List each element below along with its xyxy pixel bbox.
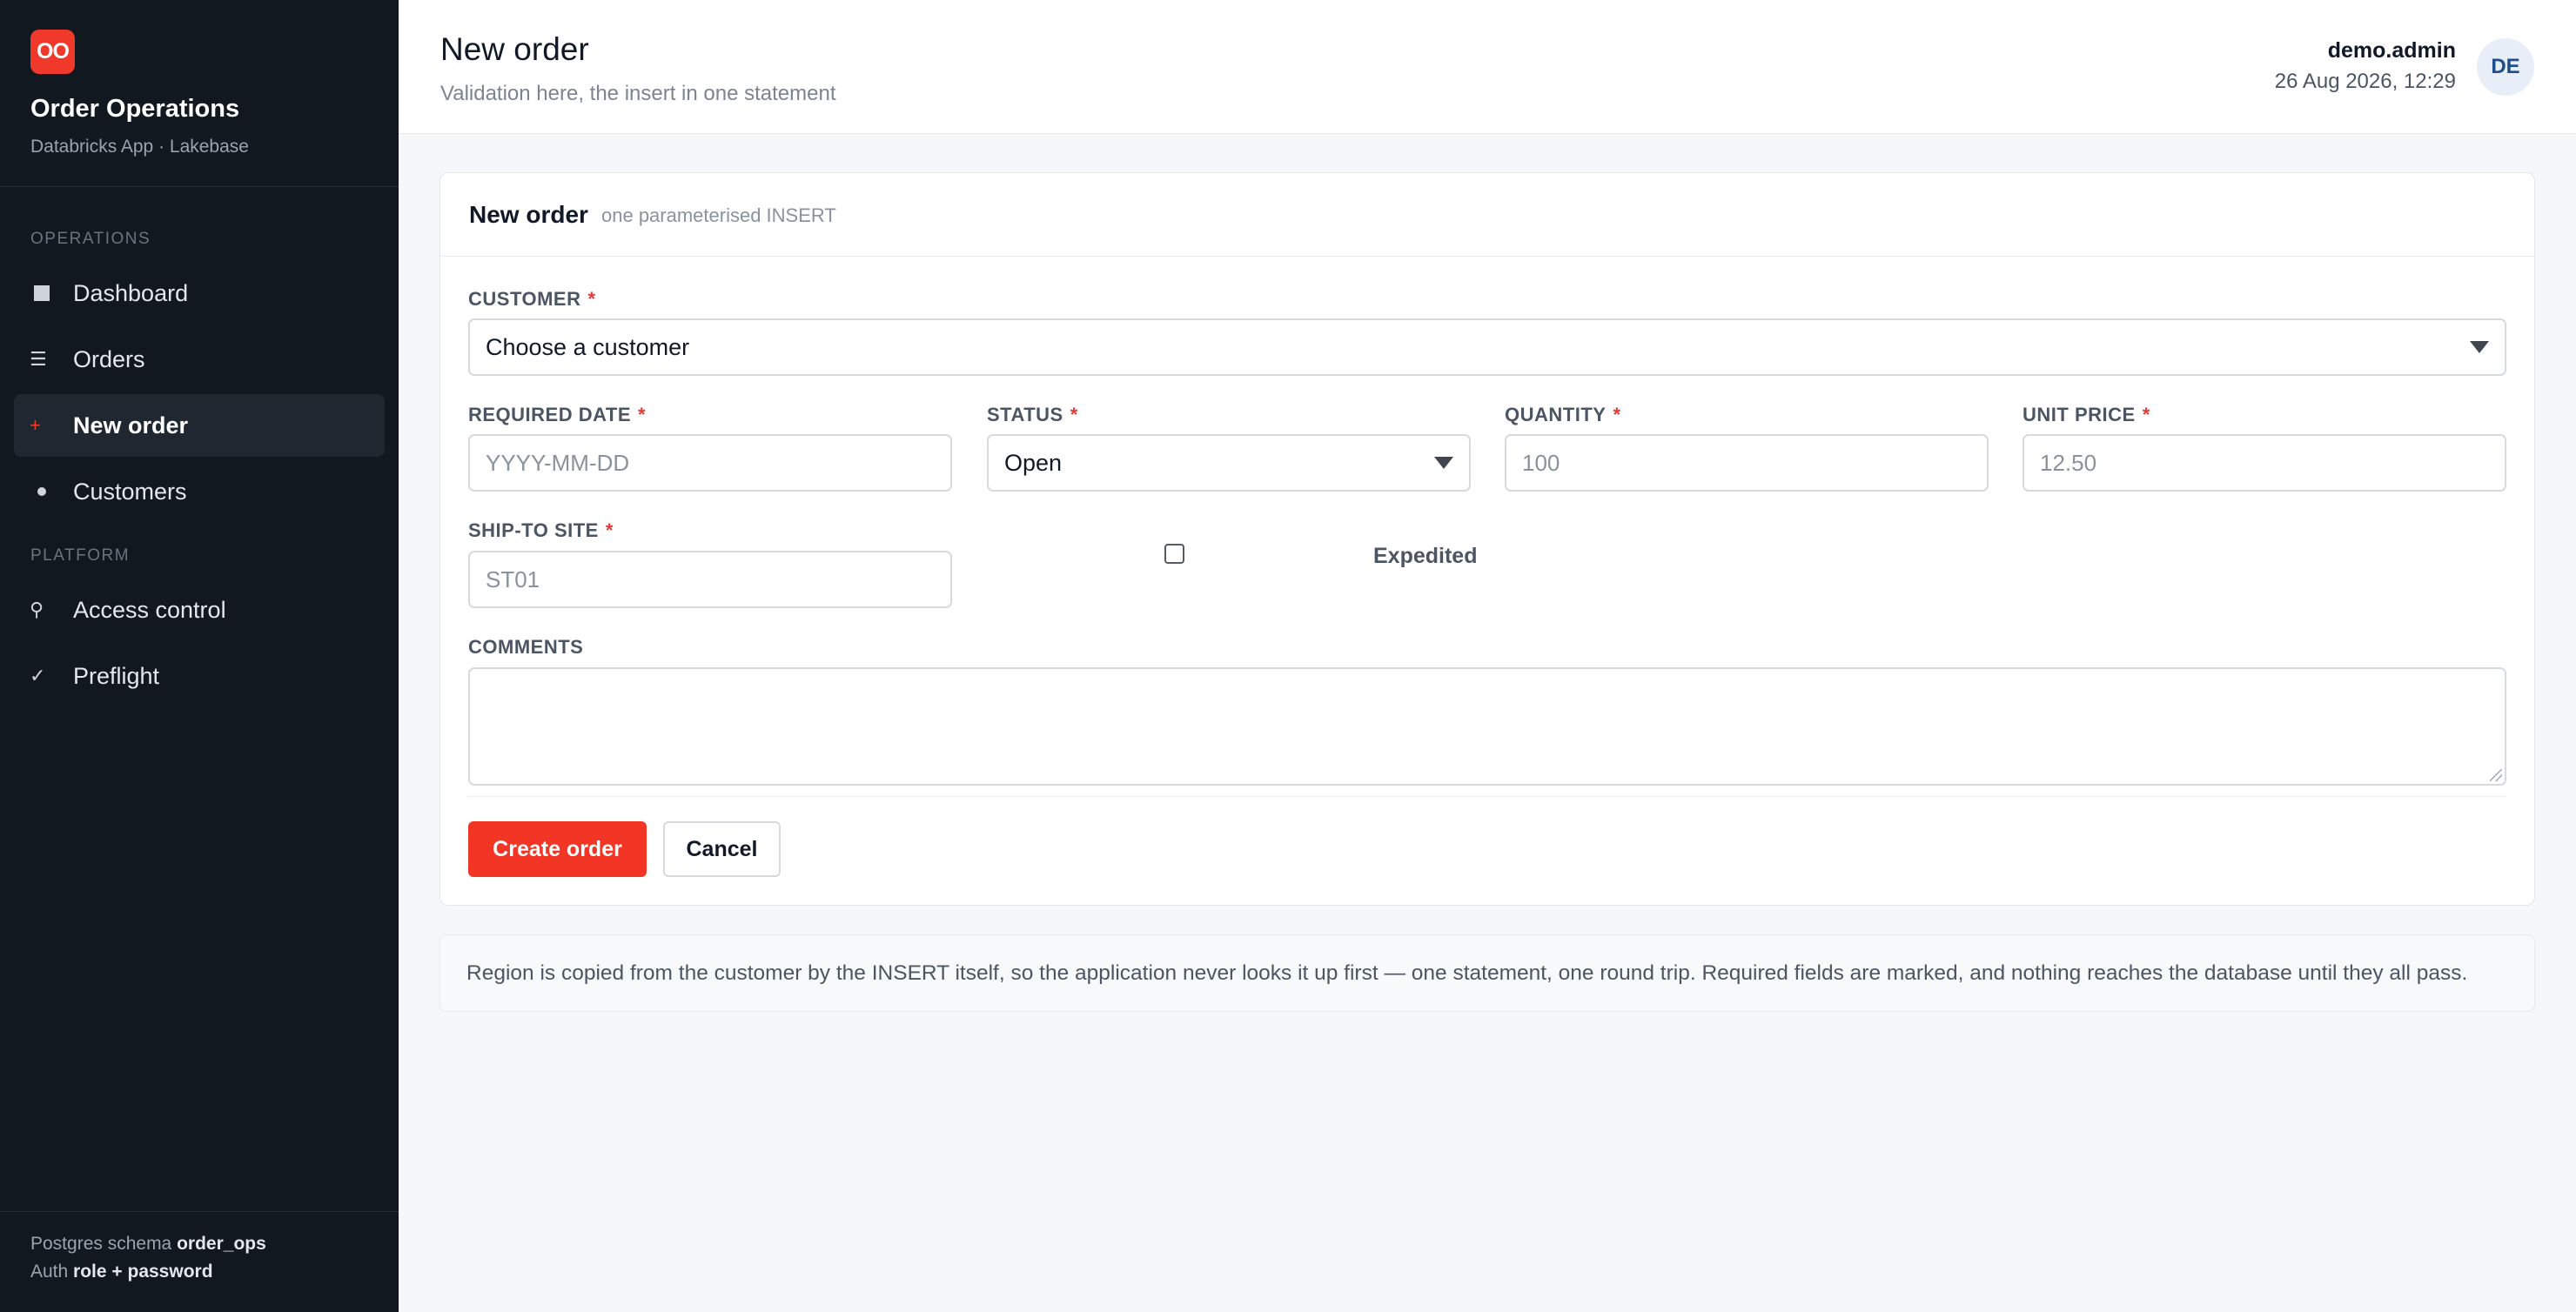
dot-icon xyxy=(30,487,61,496)
schema-info: Postgres schema order_ops xyxy=(30,1234,266,1255)
auth-info: Auth role + password xyxy=(30,1262,213,1282)
sidebar-item-preflight[interactable]: ✓ Preflight xyxy=(14,645,385,707)
schema-value: order_ops xyxy=(177,1234,266,1254)
sidebar-item-access-control[interactable]: ⚲ Access control xyxy=(14,579,385,641)
section-label-operations: OPERATIONS xyxy=(30,230,151,248)
check-icon: ✓ xyxy=(30,665,46,686)
required-date-label-text: REQUIRED DATE xyxy=(468,404,631,425)
sidebar-item-label: Dashboard xyxy=(73,279,189,306)
new-order-card: New order one parameterised INSERT CUSTO… xyxy=(439,172,2535,906)
sidebar-item-dashboard[interactable]: Dashboard xyxy=(14,262,385,325)
app-logo: OO xyxy=(30,30,75,74)
required-marker: * xyxy=(605,519,614,541)
unit-price-input[interactable] xyxy=(2023,434,2506,492)
card-note: one parameterised INSERT xyxy=(601,204,836,226)
sidebar-item-label: Orders xyxy=(73,345,145,372)
required-date-label: REQUIRED DATE * xyxy=(468,404,646,426)
card-header: New order one parameterised INSERT xyxy=(440,173,2534,257)
info-note-text: Region is copied from the customer by th… xyxy=(466,961,2468,985)
unit-price-label: UNIT PRICE * xyxy=(2023,404,2150,426)
create-order-button[interactable]: Create order xyxy=(468,821,647,877)
customer-label: CUSTOMER * xyxy=(468,288,596,311)
sidebar-footer-divider xyxy=(0,1211,399,1212)
page-header: New order Validation here, the insert in… xyxy=(399,0,2576,134)
status-label-text: STATUS xyxy=(987,404,1063,425)
quantity-label: QUANTITY * xyxy=(1505,404,1621,426)
sidebar-item-customers[interactable]: Customers xyxy=(14,460,385,523)
ship-to-site-input[interactable] xyxy=(468,551,952,608)
square-icon xyxy=(30,285,61,301)
key-icon: ⚲ xyxy=(30,599,44,620)
card-title: New order xyxy=(469,201,588,228)
status-select-value: Open xyxy=(1004,449,1063,476)
customer-select[interactable]: Choose a customer xyxy=(468,318,2506,376)
customer-select-value: Choose a customer xyxy=(486,333,690,360)
sidebar-divider xyxy=(0,186,399,187)
quantity-input[interactable] xyxy=(1505,434,1989,492)
sidebar-item-new-order[interactable]: + New order xyxy=(14,394,385,457)
auth-value: role + password xyxy=(73,1262,213,1282)
app-title: Order Operations xyxy=(30,95,240,123)
comments-textarea[interactable] xyxy=(468,667,2506,786)
avatar[interactable]: DE xyxy=(2477,38,2534,96)
required-marker: * xyxy=(2142,404,2150,425)
auth-label: Auth xyxy=(30,1262,69,1282)
sidebar-item-label: Access control xyxy=(73,596,226,623)
unit-price-label-text: UNIT PRICE xyxy=(2023,404,2136,425)
ship-to-site-label-text: SHIP-TO SITE xyxy=(468,519,599,541)
info-note: Region is copied from the customer by th… xyxy=(439,934,2535,1012)
sidebar-item-label: Customers xyxy=(73,478,187,505)
sidebar-item-label: Preflight xyxy=(73,662,160,689)
expedited-label[interactable]: Expedited xyxy=(1373,544,1477,569)
required-marker: * xyxy=(587,288,596,310)
form-divider xyxy=(468,796,2506,797)
schema-label: Postgres schema xyxy=(30,1234,172,1254)
sidebar-item-orders[interactable]: ☰ Orders xyxy=(14,328,385,391)
required-marker: * xyxy=(638,404,647,425)
quantity-label-text: QUANTITY xyxy=(1505,404,1607,425)
page-subtitle: Validation here, the insert in one state… xyxy=(440,82,836,105)
sidebar: OO Order Operations Databricks App · Lak… xyxy=(0,0,399,1312)
section-label-platform: PLATFORM xyxy=(30,546,131,565)
status-label: STATUS * xyxy=(987,404,1078,426)
ship-to-site-label: SHIP-TO SITE * xyxy=(468,519,614,542)
user-name: demo.admin xyxy=(2327,38,2456,63)
chevron-down-icon xyxy=(1434,457,1453,469)
status-select[interactable]: Open xyxy=(987,434,1471,492)
plus-icon: + xyxy=(30,414,41,436)
current-timestamp: 26 Aug 2026, 12:29 xyxy=(2274,70,2456,93)
list-icon: ☰ xyxy=(30,348,47,370)
page-title: New order xyxy=(440,31,589,67)
expedited-checkbox[interactable] xyxy=(1164,544,1184,564)
comments-label: COMMENTS xyxy=(468,636,584,658)
sidebar-item-label: New order xyxy=(73,412,189,438)
resize-grip-icon[interactable] xyxy=(2490,769,2502,781)
required-marker: * xyxy=(1070,404,1078,425)
cancel-button[interactable]: Cancel xyxy=(663,821,781,877)
chevron-down-icon xyxy=(2470,341,2489,353)
required-marker: * xyxy=(1613,404,1621,425)
customer-label-text: CUSTOMER xyxy=(468,288,581,310)
required-date-input[interactable] xyxy=(468,434,952,492)
app-subtitle: Databricks App · Lakebase xyxy=(30,137,249,157)
